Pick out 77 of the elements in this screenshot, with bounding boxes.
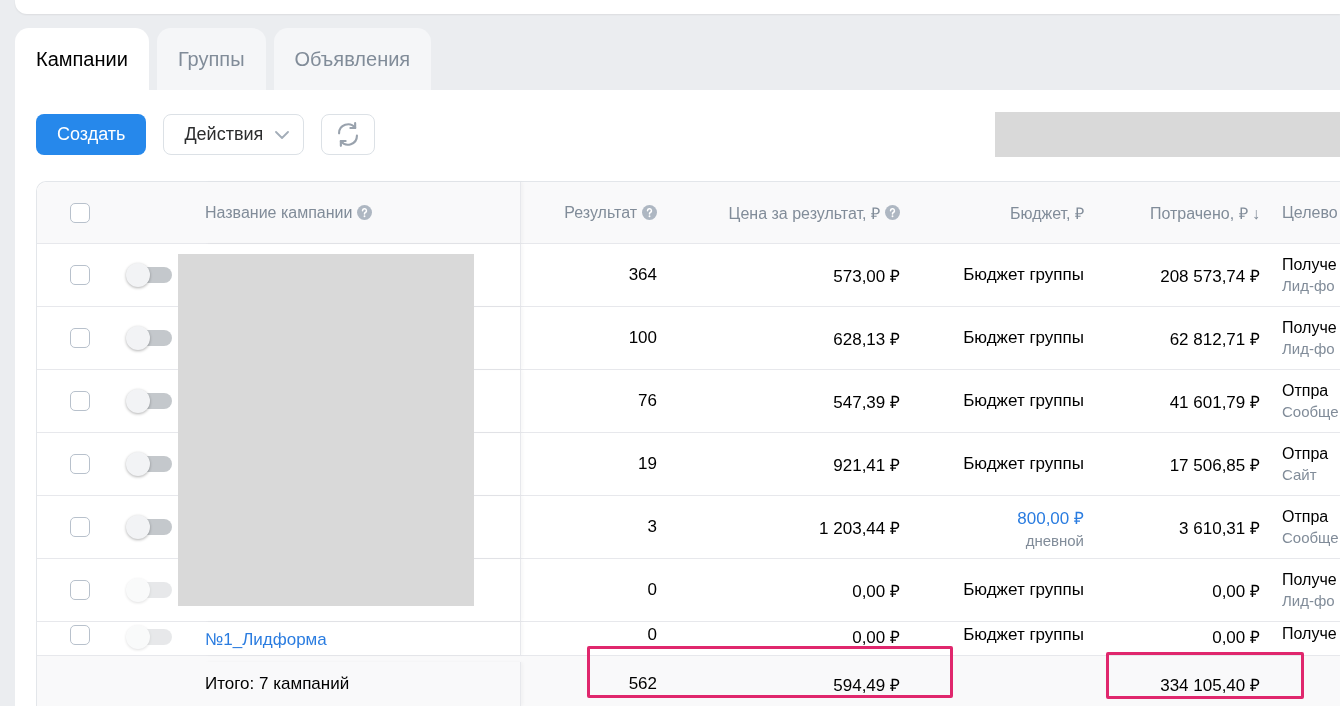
checkbox[interactable]	[70, 328, 90, 348]
budget-value: Бюджет группы	[963, 580, 1084, 600]
checkbox[interactable]	[70, 391, 90, 411]
tab[interactable]: Кампании	[15, 28, 149, 90]
result-value: 0	[647, 580, 657, 600]
price-value: 573,00 ₽	[833, 265, 900, 287]
budget-value: Бюджет группы	[963, 454, 1084, 474]
budget-value: Бюджет группы	[963, 391, 1084, 411]
price-value: 0,00 ₽	[852, 580, 900, 602]
target-title: Получе	[1282, 625, 1337, 643]
spent-value: 0,00 ₽	[1212, 627, 1260, 648]
checkbox[interactable]	[70, 202, 90, 223]
price-value: 0,00 ₽	[852, 627, 900, 648]
budget-link[interactable]: 800,00 ₽	[1017, 505, 1084, 529]
column-header[interactable]: Целево	[1282, 203, 1338, 222]
campaign-name-link[interactable]: №1_Лидформа	[205, 630, 327, 650]
toggle-switch[interactable]	[126, 263, 172, 287]
target-subtitle: Лид-фо	[1282, 340, 1335, 357]
toggle-switch[interactable]	[126, 389, 172, 413]
total-value: 562	[628, 674, 657, 694]
spent-value: 17 506,85 ₽	[1169, 454, 1260, 476]
totals-label: Итого: 7 кампаний	[205, 674, 350, 694]
create-button[interactable]: Создать	[36, 114, 147, 155]
actions-dropdown[interactable]: Действия	[163, 114, 305, 155]
target-title: Отпра	[1282, 445, 1329, 463]
refresh-icon	[337, 122, 360, 147]
budget-value: Бюджет группы	[963, 625, 1084, 645]
column-header[interactable]: Бюджет, ₽	[1010, 201, 1084, 224]
result-value: 19	[638, 454, 657, 474]
target-title: Получе	[1282, 571, 1337, 589]
result-value: 3	[647, 517, 657, 537]
budget-period: дневной	[1025, 531, 1084, 549]
price-value: 628,13 ₽	[833, 328, 900, 350]
target-title: Отпра	[1282, 382, 1329, 400]
column-header[interactable]: Название кампании	[205, 203, 353, 222]
spent-value: 3 610,31 ₽	[1179, 517, 1260, 539]
tab[interactable]: Группы	[156, 28, 266, 90]
help-icon[interactable]	[642, 205, 657, 220]
checkbox[interactable]	[70, 517, 90, 537]
toggle-switch[interactable]	[126, 515, 172, 539]
chevron-down-icon	[275, 130, 290, 139]
target-title: Получе	[1282, 256, 1337, 274]
target-subtitle: Сообще	[1282, 403, 1339, 420]
target-subtitle: Сайт	[1282, 466, 1317, 483]
checkbox[interactable]	[70, 454, 90, 474]
column-header[interactable]: Цена за результат, ₽	[728, 201, 880, 224]
checkbox[interactable]	[70, 580, 90, 600]
column-header[interactable]: Потрачено, ₽ ↓	[1149, 201, 1260, 224]
price-value: 547,39 ₽	[833, 391, 900, 413]
budget-value: Бюджет группы	[963, 328, 1084, 348]
target-title: Получе	[1282, 319, 1337, 337]
spent-value: 208 573,74 ₽	[1160, 265, 1260, 287]
price-value: 1 203,44 ₽	[819, 517, 900, 539]
toggle-switch[interactable]	[126, 326, 172, 350]
spent-value: 62 812,71 ₽	[1169, 328, 1260, 350]
result-value: 0	[647, 625, 657, 645]
total-value: 334 105,40 ₽	[1160, 674, 1260, 696]
refresh-button[interactable]	[321, 114, 376, 155]
help-icon[interactable]	[885, 205, 900, 220]
result-value: 76	[638, 391, 657, 411]
budget-value: Бюджет группы	[963, 265, 1084, 285]
target-subtitle: Лид-фо	[1282, 277, 1335, 294]
checkbox[interactable]	[70, 625, 90, 645]
tab[interactable]: Объявления	[273, 28, 432, 90]
column-header[interactable]: Результат	[564, 203, 637, 222]
price-value: 921,41 ₽	[833, 454, 900, 476]
target-subtitle: Лид-фо	[1282, 592, 1335, 609]
target-title: Отпра	[1282, 508, 1329, 526]
spent-value: 41 601,79 ₽	[1169, 391, 1260, 413]
target-subtitle: Сообще	[1282, 529, 1339, 546]
result-value: 100	[628, 328, 657, 348]
result-value: 364	[628, 265, 657, 285]
toggle-switch[interactable]	[126, 452, 172, 476]
help-icon[interactable]	[357, 205, 373, 220]
total-value: 594,49 ₽	[833, 674, 900, 696]
spent-value: 0,00 ₽	[1212, 580, 1260, 602]
checkbox[interactable]	[70, 265, 90, 285]
